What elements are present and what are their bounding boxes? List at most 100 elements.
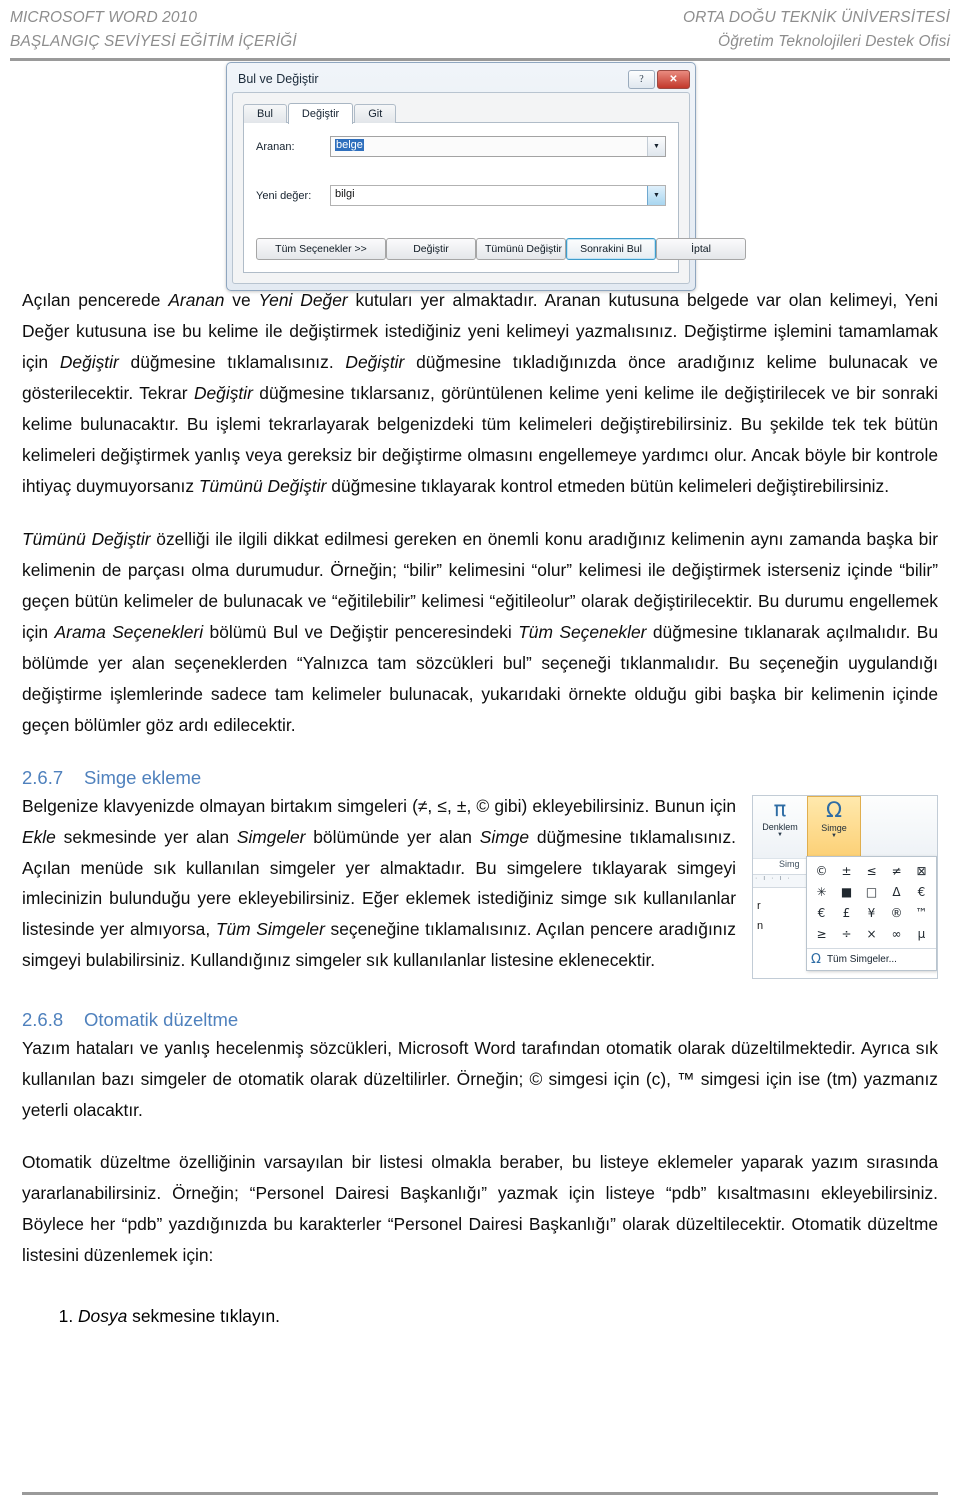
doc-fragment-line-2: n bbox=[757, 920, 764, 933]
p2-italic-tum-secenekler: Tüm Seçenekler bbox=[518, 621, 647, 642]
symbol-cell[interactable]: ≤ bbox=[859, 861, 884, 882]
symbol-cell[interactable]: Δ bbox=[884, 882, 909, 903]
replace-button[interactable]: Değiştir bbox=[386, 238, 476, 260]
p3-part-a: Belgenize klavyenizde olmayan birtakım s… bbox=[22, 795, 736, 816]
all-symbols-label: Tüm Simgeler... bbox=[826, 953, 897, 965]
symbol-menu-figure: π Denklem ▼ Ω Simge ▼ Simg · ı · ı · r n bbox=[752, 794, 938, 979]
symbol-cell[interactable]: ÷ bbox=[834, 924, 859, 945]
header-line-2: BAŞLANGIÇ SEVİYESİ EĞİTİM İÇERİĞİ Öğreti… bbox=[10, 30, 950, 54]
symbol-cell[interactable]: □ bbox=[859, 882, 884, 903]
find-replace-dialog-figure: Bul ve Değiştir ? ✕ Bul Değiştir Git Ara… bbox=[226, 62, 746, 291]
p1-italic-degistir-3: Değiştir bbox=[193, 382, 253, 403]
symbol-cell[interactable]: ™ bbox=[909, 903, 934, 924]
paragraph-5: Otomatik düzeltme özelliğinin varsayılan… bbox=[22, 1152, 938, 1266]
equation-button-label: Denklem bbox=[762, 821, 798, 832]
symbol-cell[interactable]: ± bbox=[834, 861, 859, 882]
field-spacer-bottom bbox=[256, 212, 666, 238]
replace-dropdown-icon[interactable]: ▼ bbox=[647, 186, 665, 205]
equation-button[interactable]: π Denklem ▼ bbox=[753, 796, 807, 858]
search-input-value-wrap[interactable]: belge bbox=[331, 137, 647, 156]
window-buttons: ? ✕ bbox=[628, 69, 690, 89]
header-left-line2: BAŞLANGIÇ SEVİYESİ EĞİTİM İÇERİĞİ bbox=[10, 33, 297, 51]
document-content: Açılan pencerede Aranan ve Yeni Değer ku… bbox=[22, 285, 938, 1332]
all-symbols-menu-item[interactable]: Ω Tüm Simgeler... bbox=[807, 947, 936, 970]
symbol-cell[interactable]: ■ bbox=[834, 882, 859, 903]
tab-degistir[interactable]: Değiştir bbox=[287, 103, 354, 124]
replace-field-label: Yeni değer: bbox=[256, 189, 312, 202]
p1-italic-degistir-1: Değiştir bbox=[59, 351, 119, 372]
all-options-button[interactable]: Tüm Seçenekler >> bbox=[256, 238, 386, 260]
help-icon[interactable]: ? bbox=[628, 69, 655, 89]
p3-italic-tum-simgeler: Tüm Simgeler bbox=[215, 919, 325, 940]
p1-part-a: Açılan pencerede bbox=[22, 290, 169, 310]
p3-part-c: bölümünde yer alan bbox=[305, 826, 480, 847]
dialog-titlebar: Bul ve Değiştir ? ✕ bbox=[230, 66, 692, 92]
replace-all-button[interactable]: Tümünü Değiştir bbox=[476, 238, 566, 260]
symbol-button[interactable]: Ω Simge ▼ bbox=[807, 795, 861, 858]
header-right-line2: Öğretim Teknolojileri Destek Ofisi bbox=[718, 33, 950, 51]
p1-part-b: ve bbox=[224, 290, 259, 310]
p2-italic-arama-secenekleri: Arama Seçenekleri bbox=[54, 621, 204, 642]
ribbon-toolbar: π Denklem ▼ Ω Simge ▼ bbox=[753, 795, 937, 859]
find-replace-dialog: Bul ve Değiştir ? ✕ Bul Değiştir Git Ara… bbox=[226, 62, 746, 291]
dialog-body: Bul Değiştir Git Aranan: belge ▼ Yeni de… bbox=[232, 92, 746, 284]
paragraph-4: Yazım hataları ve yanlış hecelenmiş sözc… bbox=[22, 1037, 938, 1120]
p3-italic-simge: Simge bbox=[479, 826, 530, 847]
step1-rest: sekmesine tıklayın. bbox=[127, 1306, 281, 1327]
symbol-dropdown-menu: © ± ≤ ≠ ⊠ ✳ ■ □ Δ € € £ ¥ ® ™ ≥ ÷ × ∞ µ … bbox=[806, 855, 937, 971]
replace-input-value[interactable]: bilgi bbox=[331, 186, 647, 205]
dialog-button-row: Tüm Seçenekler >> Değiştir Tümünü Değişt… bbox=[256, 238, 746, 260]
p1-italic-tumunu-degistir: Tümünü Değiştir bbox=[198, 475, 327, 496]
document-ruler: · ı · ı · bbox=[753, 873, 809, 888]
replace-input[interactable]: bilgi ▼ bbox=[330, 185, 666, 206]
symbol-cell[interactable]: ≥ bbox=[809, 924, 834, 945]
tab-bul[interactable]: Bul bbox=[243, 104, 287, 123]
pi-icon: π bbox=[773, 796, 787, 821]
symbol-cell[interactable]: ≠ bbox=[884, 861, 909, 882]
header-line-1: MICROSOFT WORD 2010 ORTA DOĞU TEKNİK ÜNİ… bbox=[10, 6, 950, 30]
omega-icon: Ω bbox=[811, 951, 821, 967]
symbol-cell[interactable]: © bbox=[809, 861, 834, 882]
symbol-chevron-down-icon[interactable]: ▼ bbox=[831, 833, 837, 839]
cancel-button[interactable]: İptal bbox=[656, 238, 746, 260]
dialog-tabs: Bul Değiştir Git bbox=[243, 102, 679, 124]
search-input-value: belge bbox=[335, 139, 364, 151]
paragraph-2: Tümünü Değiştir özelliği ile ilgili dikk… bbox=[22, 524, 938, 741]
symbol-cell[interactable]: € bbox=[909, 882, 934, 903]
steps-list: Dosya sekmesine tıklayın. bbox=[22, 1301, 938, 1332]
symbol-button-label: Simge bbox=[821, 822, 847, 833]
search-field-label: Aranan: bbox=[256, 140, 295, 153]
p1-part-g: düğmesine tıklayarak kontrol etmeden büt… bbox=[326, 475, 890, 496]
search-dropdown-icon[interactable]: ▼ bbox=[647, 137, 665, 156]
find-next-button[interactable]: Sonrakini Bul bbox=[566, 238, 656, 260]
p1-part-d: düğmesine tıklamalısınız. bbox=[118, 351, 346, 372]
header-right-line1: ORTA DOĞU TEKNİK ÜNİVERSİTESİ bbox=[682, 9, 950, 26]
paragraph-1: Açılan pencerede Aranan ve Yeni Değer ku… bbox=[22, 285, 938, 502]
heading-number-267: 2.6.7 bbox=[22, 766, 64, 788]
header-divider bbox=[10, 58, 950, 62]
heading-title-268: Otomatik düzeltme bbox=[84, 1008, 239, 1030]
field-spacer-top bbox=[256, 163, 666, 185]
p3-italic-simgeler: Simgeler bbox=[236, 826, 306, 847]
footer-divider bbox=[22, 1492, 938, 1495]
p1-italic-yeni-deger: Yeni Değer bbox=[258, 290, 348, 310]
symbol-cell[interactable]: ✳ bbox=[809, 882, 834, 903]
equation-chevron-down-icon[interactable]: ▼ bbox=[777, 832, 783, 838]
tab-git[interactable]: Git bbox=[354, 104, 397, 123]
p1-italic-aranan: Aranan bbox=[168, 290, 225, 310]
symbol-cell[interactable]: ⊠ bbox=[909, 861, 934, 882]
dialog-title: Bul ve Değiştir bbox=[238, 72, 319, 86]
p2-italic-tumunu-degistir: Tümünü Değiştir bbox=[22, 528, 151, 549]
symbol-cell[interactable]: £ bbox=[834, 903, 859, 924]
search-input[interactable]: belge ▼ bbox=[330, 136, 666, 157]
doc-fragment-line-1: r bbox=[757, 899, 761, 912]
symbol-cell[interactable]: € bbox=[809, 903, 834, 924]
symbol-cell[interactable]: ® bbox=[884, 903, 909, 924]
symbol-cell[interactable]: µ bbox=[909, 924, 934, 945]
ribbon-group-label: Simg bbox=[779, 858, 800, 869]
symbol-cell[interactable]: ¥ bbox=[859, 903, 884, 924]
close-icon[interactable]: ✕ bbox=[657, 69, 690, 89]
symbol-cell[interactable]: ∞ bbox=[884, 924, 909, 945]
symbol-cell[interactable]: × bbox=[859, 924, 884, 945]
step1-italic-dosya: Dosya bbox=[78, 1306, 128, 1327]
